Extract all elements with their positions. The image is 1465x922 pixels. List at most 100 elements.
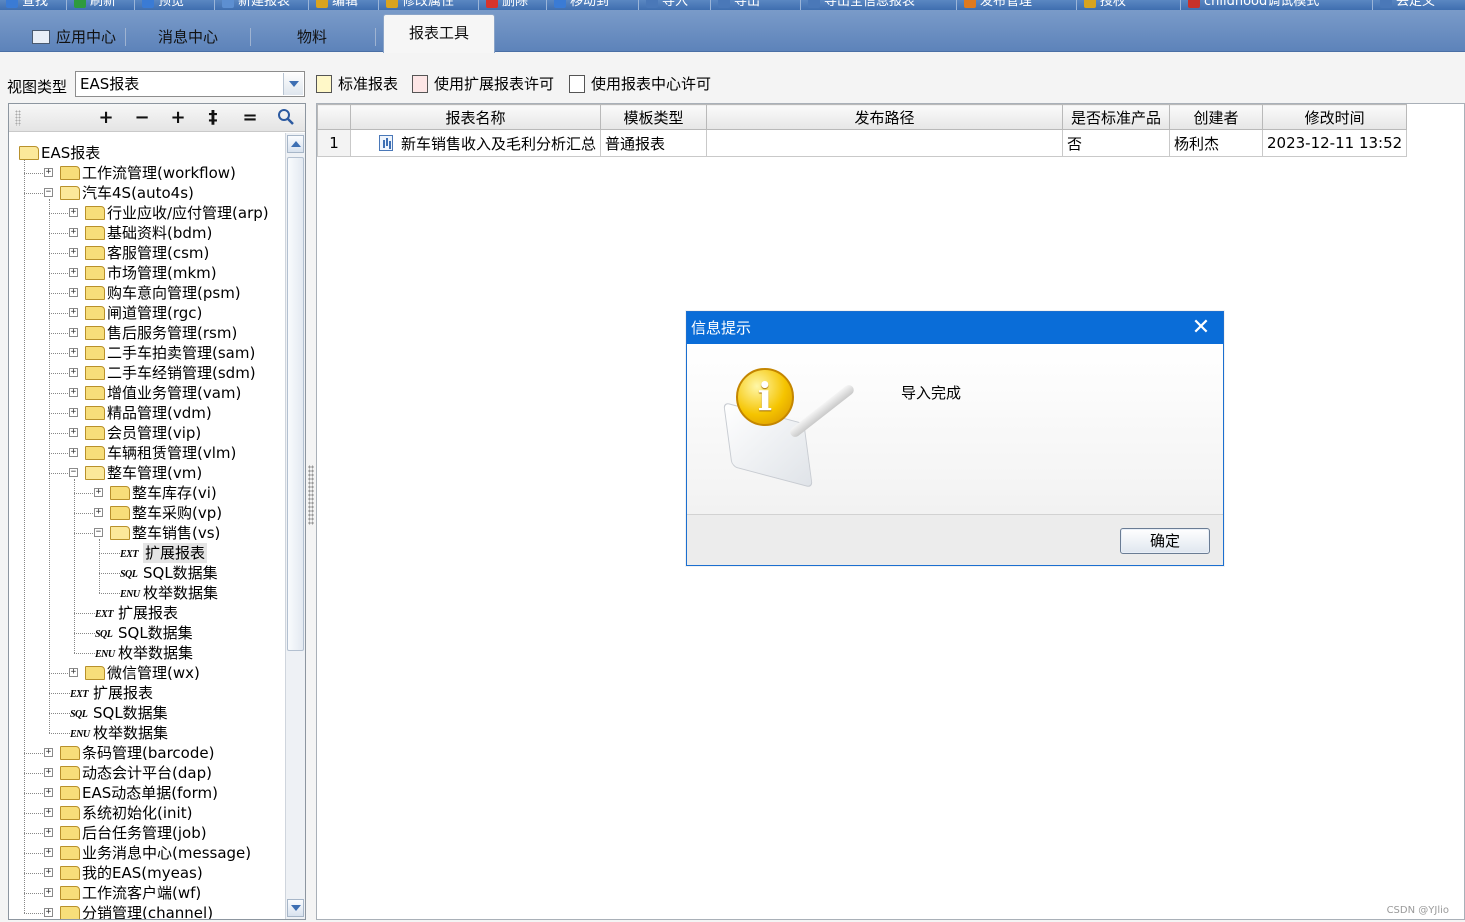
toolbar-item[interactable]: 发布管理 [964,0,1032,10]
expand-icon[interactable]: + [69,328,78,337]
expand-icon[interactable]: + [69,248,78,257]
column-header[interactable]: 模板类型 [600,104,707,130]
tree-node[interactable]: + 会员管理(vip) [9,423,285,443]
tree-node[interactable]: ENU 枚举数据集 [9,723,285,743]
collapse-icon[interactable]: − [69,468,78,477]
tab-report-tool[interactable]: 报表工具 [383,14,495,53]
chevron-down-icon[interactable] [283,73,303,95]
tree-node[interactable]: + 工作流管理(workflow) [9,163,285,183]
report-center-license-checkbox[interactable]: 使用报表中心许可 [569,73,711,94]
tree-node[interactable]: − 整车管理(vm) [9,463,285,483]
expand-icon[interactable]: + [44,768,53,777]
tree-node[interactable]: + 条码管理(barcode) [9,743,285,763]
tree-node[interactable]: + 后台任务管理(job) [9,823,285,843]
tree-node[interactable]: + 精品管理(vdm) [9,403,285,423]
search-icon[interactable] [275,108,297,128]
expand-icon[interactable]: + [69,228,78,237]
expand-icon[interactable]: + [44,168,53,177]
remove-node-button[interactable]: − [131,108,153,128]
tree-node[interactable]: EAS报表 [9,143,285,163]
tree-node[interactable]: + 我的EAS(myeas) [9,863,285,883]
expand-icon[interactable]: + [69,388,78,397]
column-header[interactable]: 创建者 [1169,104,1263,130]
tree-node[interactable]: + 购车意向管理(psm) [9,283,285,303]
tree-node[interactable]: + 整车库存(vi) [9,483,285,503]
expand-icon[interactable]: + [44,848,53,857]
expand-icon[interactable]: + [44,828,53,837]
expand-icon[interactable]: + [44,788,53,797]
tree-node[interactable]: + 业务消息中心(message) [9,843,285,863]
report-name-cell[interactable]: 新车销售收入及毛利分析汇总 [350,129,601,157]
expand-icon[interactable]: + [69,288,78,297]
tree-node[interactable]: + EAS动态单据(form) [9,783,285,803]
publish-path-cell[interactable] [706,129,1063,157]
tree-node[interactable]: + 动态会计平台(dap) [9,763,285,783]
expand-all-button[interactable]: ‡ [202,108,224,128]
tree-node[interactable]: + 基础资料(bdm) [9,223,285,243]
tree-node[interactable]: + 市场管理(mkm) [9,263,285,283]
expand-icon[interactable]: + [44,808,53,817]
column-header[interactable] [317,104,351,130]
toolbar-item[interactable]: 丢定义 [1380,0,1435,10]
tree-node[interactable]: + 客服管理(csm) [9,243,285,263]
tree-node[interactable]: + 二手车拍卖管理(sam) [9,343,285,363]
expand-icon[interactable]: + [69,268,78,277]
extension-license-color-box[interactable] [412,74,428,93]
close-icon[interactable]: ✕ [1191,317,1211,339]
expand-icon[interactable]: + [69,348,78,357]
expand-icon[interactable]: + [69,448,78,457]
tree-node[interactable]: + 工作流客户端(wf) [9,883,285,903]
tree-node[interactable]: + 闸道管理(rgc) [9,303,285,323]
scroll-down-button[interactable] [287,899,304,917]
expand-icon[interactable]: + [69,668,78,677]
drag-grip[interactable] [15,110,21,126]
expand-icon[interactable]: + [44,748,53,757]
tree-node[interactable]: − 汽车4S(auto4s) [9,183,285,203]
tree-node[interactable]: ENU 枚举数据集 [9,643,285,663]
tree-node[interactable]: EXT 扩展报表 [9,543,285,563]
toolbar-item[interactable]: 编辑 [316,0,358,10]
toolbar-item[interactable]: 移动到 [554,0,609,10]
panel-splitter[interactable] [308,465,314,525]
toolbar-item[interactable]: 导出 [718,0,760,10]
column-header[interactable]: 修改时间 [1261,104,1408,130]
dialog-title-bar[interactable]: 信息提示 ✕ [687,312,1223,344]
toolbar-item[interactable]: 修改属性 [386,0,454,10]
toolbar-item[interactable]: 导出全信息报表 [808,0,915,10]
standard-report-color-box[interactable] [316,74,332,93]
standard-product-cell[interactable]: 否 [1062,129,1170,157]
toolbar-item[interactable]: 授权 [1084,0,1126,10]
collapse-icon[interactable]: − [94,528,103,537]
toolbar-item[interactable]: childhood调试模式 [1188,0,1319,10]
standard-report-checkbox[interactable]: 标准报表 [316,73,398,94]
tree-node[interactable]: + 分销管理(channel) [9,903,285,919]
tree-node[interactable]: + 行业应收/应付管理(arp) [9,203,285,223]
tree-node[interactable]: EXT 扩展报表 [9,603,285,623]
tree-scrollbar[interactable] [285,133,305,919]
tree-node[interactable]: + 微信管理(wx) [9,663,285,683]
tab-message-center[interactable]: 消息中心 [128,22,248,52]
tree-node[interactable]: + 二手车经销管理(sdm) [9,363,285,383]
tree-node[interactable]: SQL SQL数据集 [9,623,285,643]
tree-node[interactable]: ENU 枚举数据集 [9,583,285,603]
expand-icon[interactable]: + [44,908,53,917]
toolbar-item[interactable]: 预览 [142,0,184,10]
expand-icon[interactable]: + [94,508,103,517]
extension-license-checkbox[interactable]: 使用扩展报表许可 [412,73,554,94]
tab-material[interactable]: 物料 [252,22,372,52]
toolbar-item[interactable]: 查找 [6,0,48,10]
column-header[interactable]: 是否标准产品 [1062,104,1170,130]
tab-app-center[interactable]: 应用中心 [8,22,128,52]
toolbar-item[interactable]: 刷新 [74,0,116,10]
expand-icon[interactable]: + [69,408,78,417]
column-header[interactable]: 报表名称 [350,104,601,130]
scroll-up-button[interactable] [287,135,304,153]
tree-node[interactable]: SQL SQL数据集 [9,703,285,723]
expand-icon[interactable]: + [44,868,53,877]
modified-time-cell[interactable]: 2023-12-11 13:52 [1261,129,1408,157]
tree-node[interactable]: + 售后服务管理(rsm) [9,323,285,343]
ok-button[interactable]: 确定 [1120,528,1210,554]
creator-cell[interactable]: 杨利杰 [1169,129,1263,157]
expand-icon[interactable]: + [69,368,78,377]
expand-icon[interactable]: + [94,488,103,497]
